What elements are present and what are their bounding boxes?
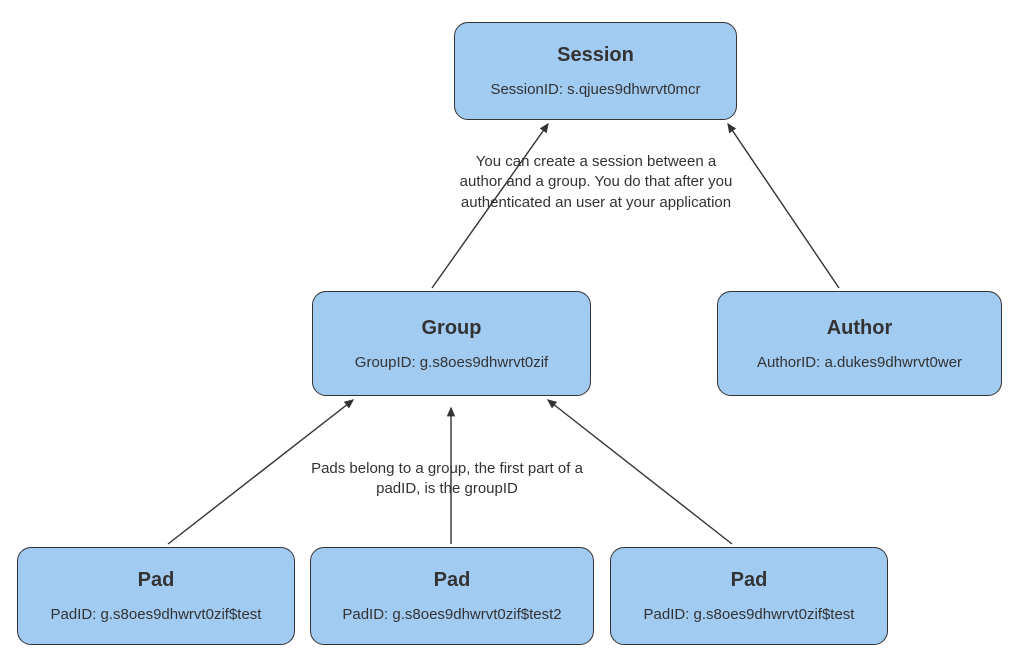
node-group: Group GroupID: g.s8oes9dhwrvt0zif bbox=[312, 291, 591, 396]
node-pad-2: Pad PadID: g.s8oes9dhwrvt0zif$test2 bbox=[310, 547, 594, 645]
node-author-sub: AuthorID: a.dukes9dhwrvt0wer bbox=[757, 354, 962, 371]
node-pad-2-sub: PadID: g.s8oes9dhwrvt0zif$test2 bbox=[342, 606, 561, 623]
node-pad-3: Pad PadID: g.s8oes9dhwrvt0zif$test bbox=[610, 547, 888, 645]
node-pad-1-sub: PadID: g.s8oes9dhwrvt0zif$test bbox=[51, 606, 262, 623]
node-session-sub: SessionID: s.qjues9dhwrvt0mcr bbox=[490, 81, 700, 98]
node-group-title: Group bbox=[422, 317, 482, 340]
node-pad-2-title: Pad bbox=[434, 569, 471, 592]
node-session-title: Session bbox=[557, 44, 634, 67]
node-pad-3-sub: PadID: g.s8oes9dhwrvt0zif$test bbox=[644, 606, 855, 623]
node-author-title: Author bbox=[827, 317, 893, 340]
annotation-pads: Pads belong to a group, the first part o… bbox=[287, 459, 607, 500]
annotation-session: You can create a session between a autho… bbox=[456, 152, 736, 213]
node-pad-3-title: Pad bbox=[731, 569, 768, 592]
node-pad-1-title: Pad bbox=[138, 569, 175, 592]
node-author: Author AuthorID: a.dukes9dhwrvt0wer bbox=[717, 291, 1002, 396]
node-session: Session SessionID: s.qjues9dhwrvt0mcr bbox=[454, 22, 737, 120]
node-pad-1: Pad PadID: g.s8oes9dhwrvt0zif$test bbox=[17, 547, 295, 645]
node-group-sub: GroupID: g.s8oes9dhwrvt0zif bbox=[355, 354, 548, 371]
